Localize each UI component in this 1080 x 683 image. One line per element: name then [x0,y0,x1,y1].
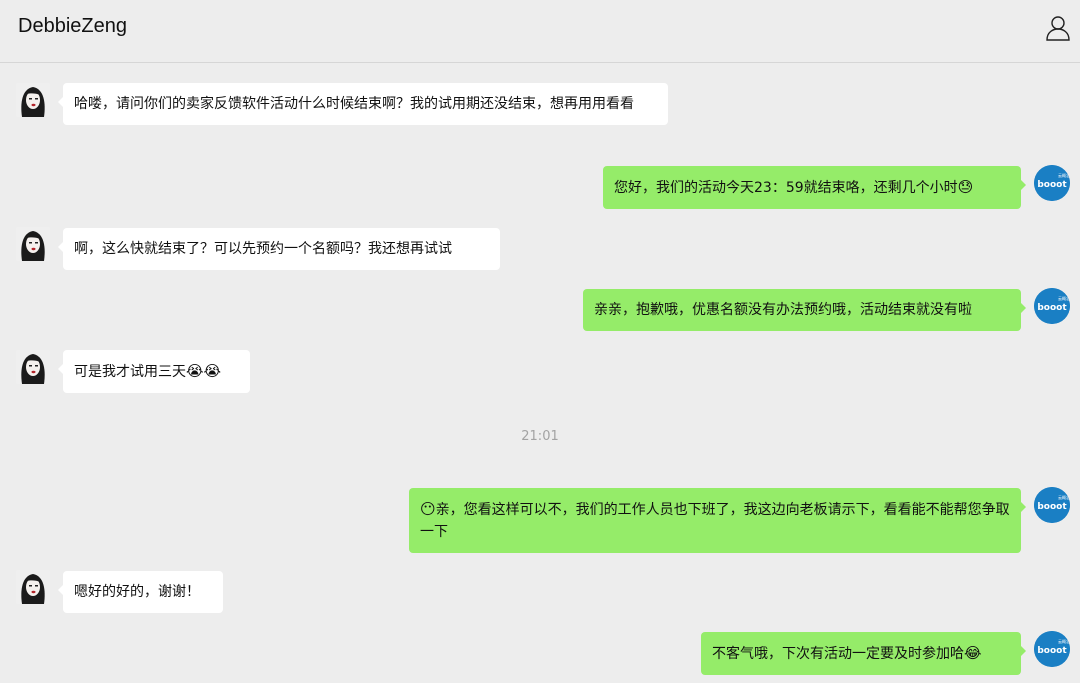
message-text: 您好，我们的活动今天23：59就结束咯，还剩几个小时 [614,180,958,196]
svg-text:booot: booot [1037,303,1067,313]
contact-avatar[interactable] [16,227,50,261]
booot-brand-icon: 云概念 booot [1034,165,1070,201]
my-avatar[interactable]: 云概念 booot [1034,165,1070,201]
booot-brand-icon: 云概念 booot [1034,288,1070,324]
my-avatar[interactable]: 云概念 booot [1034,487,1070,523]
girl-portrait-icon [16,570,50,604]
svg-text:云概念: 云概念 [1058,494,1070,500]
svg-text:云概念: 云概念 [1058,638,1070,644]
message-bubble-outgoing[interactable]: 😶亲，您看这样可以不，我们的工作人员也下班了，我这边向老板请示下，看看能不能帮您… [409,488,1026,553]
chat-header: DebbieZeng [0,0,1080,63]
message-text: 亲亲，抱歉哦，优惠名额没有办法预约哦，活动结束就没有啦 [594,302,972,318]
sweat-emoji-icon: 😓 [957,178,974,196]
girl-portrait-icon [16,227,50,261]
blush-emoji-icon: 😶 [420,500,436,518]
contact-avatar[interactable] [16,570,50,604]
booot-brand-icon: 云概念 booot [1034,487,1070,523]
contact-avatar[interactable] [16,350,50,384]
message-bubble-incoming[interactable]: 哈喽，请问你们的卖家反馈软件活动什么时候结束啊？我的试用期还没结束，想再用用看看 [58,83,668,125]
crying-emoji-icon: 😭😭 [186,362,222,380]
person-outline-icon[interactable] [1044,14,1072,42]
my-avatar[interactable]: 云概念 booot [1034,288,1070,324]
girl-portrait-icon [16,83,50,117]
message-text: 啊，这么快就结束了？可以先预约一个名额吗？我还想再试试 [74,241,452,257]
message-bubble-outgoing[interactable]: 不客气哦，下次有活动一定要及时参加哈😂 [701,632,1026,675]
message-text: 不客气哦，下次有活动一定要及时参加哈 [712,646,964,662]
chat-timestamp: 21:01 [521,429,559,444]
message-text: 可是我才试用三天 [74,364,186,380]
message-text: 哈喽，请问你们的卖家反馈软件活动什么时候结束啊？我的试用期还没结束，想再用用看看 [74,96,634,112]
message-bubble-incoming[interactable]: 嗯好的好的，谢谢！ [58,571,223,613]
message-text: 嗯好的好的，谢谢！ [74,584,200,600]
svg-text:booot: booot [1037,646,1067,656]
my-avatar[interactable]: 云概念 booot [1034,631,1070,667]
booot-brand-icon: 云概念 booot [1034,631,1070,667]
message-bubble-outgoing[interactable]: 亲亲，抱歉哦，优惠名额没有办法预约哦，活动结束就没有啦 [583,289,1026,331]
svg-text:booot: booot [1037,502,1067,512]
svg-text:booot: booot [1037,180,1067,190]
contact-avatar[interactable] [16,83,50,117]
svg-text:云概念: 云概念 [1058,295,1070,301]
svg-text:云概念: 云概念 [1058,172,1070,178]
message-bubble-outgoing[interactable]: 您好，我们的活动今天23：59就结束咯，还剩几个小时😓 [603,166,1026,209]
girl-portrait-icon [16,350,50,384]
message-bubble-incoming[interactable]: 啊，这么快就结束了？可以先预约一个名额吗？我还想再试试 [58,228,500,270]
message-bubble-incoming[interactable]: 可是我才试用三天😭😭 [58,350,250,393]
laugh-tears-emoji-icon: 😂 [964,644,982,662]
chat-title: DebbieZeng [18,15,127,37]
message-text: 亲，您看这样可以不，我们的工作人员也下班了，我这边向老板请示下，看看能不能帮您争… [420,502,1010,540]
